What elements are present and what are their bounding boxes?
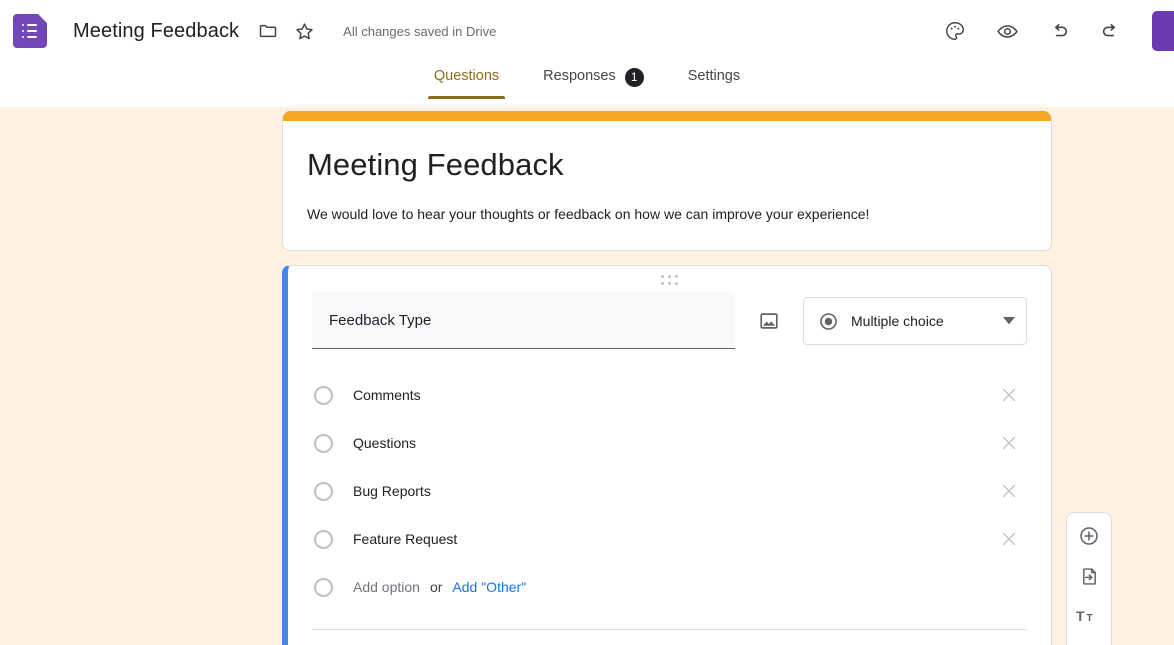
- option-row[interactable]: Bug Reports: [312, 467, 1027, 515]
- drag-dots: [660, 275, 679, 286]
- radio-outline-icon: [314, 481, 333, 501]
- question-type-label: Multiple choice: [851, 313, 944, 329]
- title-action-icons: [253, 16, 319, 46]
- forms-glyph: [22, 24, 39, 39]
- document-title[interactable]: Meeting Feedback: [73, 20, 239, 43]
- eye-icon[interactable]: [990, 14, 1024, 48]
- top-bar-actions: [938, 0, 1174, 62]
- close-icon[interactable]: [997, 383, 1021, 407]
- import-questions-icon[interactable]: [1069, 559, 1109, 593]
- option-label[interactable]: Feature Request: [353, 531, 997, 547]
- image-icon[interactable]: [749, 301, 789, 341]
- radio-outline-icon: [314, 433, 333, 453]
- radio-outline-icon: [314, 529, 333, 549]
- tab-questions[interactable]: Questions: [412, 62, 521, 107]
- form-theme-stripe: [283, 111, 1051, 121]
- save-status-text: All changes saved in Drive: [343, 23, 497, 39]
- tab-responses-label: Responses: [543, 68, 616, 84]
- option-row[interactable]: Feature Request: [312, 515, 1027, 563]
- undo-icon[interactable]: [1042, 14, 1076, 48]
- tab-settings[interactable]: Settings: [666, 62, 762, 107]
- form-header-body: Meeting Feedback We would love to hear y…: [283, 121, 1051, 222]
- option-row[interactable]: Comments: [312, 371, 1027, 419]
- option-label[interactable]: Bug Reports: [353, 483, 997, 499]
- add-other-link[interactable]: Add "Other": [452, 579, 526, 595]
- tab-questions-label: Questions: [433, 68, 500, 84]
- star-icon[interactable]: [289, 16, 319, 46]
- form-canvas: Meeting Feedback We would love to hear y…: [0, 107, 1174, 645]
- google-forms-icon[interactable]: [13, 14, 47, 48]
- add-question-icon[interactable]: [1069, 519, 1109, 553]
- folder-icon[interactable]: [253, 16, 283, 46]
- radio-outline-icon: [314, 385, 333, 405]
- form-description[interactable]: We would love to hear your thoughts or f…: [307, 206, 1027, 222]
- app-top-bar: Meeting Feedback All changes saved in Dr…: [0, 0, 1174, 62]
- add-option-row: Add option or Add "Other": [312, 563, 1027, 611]
- option-label[interactable]: Comments: [353, 387, 997, 403]
- question-options-list: Comments Questions Bug Reports Feature R…: [288, 349, 1051, 611]
- add-item-toolbar: T T: [1066, 512, 1112, 645]
- option-label[interactable]: Questions: [353, 435, 997, 451]
- form-header-card[interactable]: Meeting Feedback We would love to hear y…: [282, 111, 1052, 251]
- chevron-down-icon: [1003, 317, 1015, 325]
- option-row[interactable]: Questions: [312, 419, 1027, 467]
- question-footer-toolbar: Required: [288, 630, 1051, 645]
- add-option-input[interactable]: Add option: [353, 579, 420, 595]
- tab-responses[interactable]: Responses 1: [521, 62, 666, 107]
- tab-settings-label: Settings: [687, 68, 741, 84]
- drag-handle-icon[interactable]: [288, 275, 1051, 286]
- svg-text:T: T: [1086, 613, 1093, 624]
- send-button[interactable]: [1152, 11, 1174, 51]
- redo-icon[interactable]: [1094, 14, 1128, 48]
- form-title[interactable]: Meeting Feedback: [307, 147, 1027, 183]
- radio-button-icon: [818, 311, 839, 332]
- add-title-icon[interactable]: T T: [1069, 599, 1109, 633]
- question-title-input[interactable]: Feedback Type: [312, 292, 735, 349]
- svg-text:T: T: [1076, 608, 1085, 624]
- question-card[interactable]: Feedback Type Multiple choice Comments Q…: [282, 265, 1052, 645]
- radio-outline-icon: [314, 577, 333, 597]
- question-type-select[interactable]: Multiple choice: [803, 297, 1027, 345]
- or-label: or: [429, 579, 443, 595]
- close-icon[interactable]: [997, 479, 1021, 503]
- add-image-icon[interactable]: [1069, 639, 1109, 645]
- palette-icon[interactable]: [938, 14, 972, 48]
- form-tabs: Questions Responses 1 Settings: [0, 62, 1174, 107]
- responses-count-badge: 1: [624, 68, 644, 87]
- close-icon[interactable]: [997, 527, 1021, 551]
- close-icon[interactable]: [997, 431, 1021, 455]
